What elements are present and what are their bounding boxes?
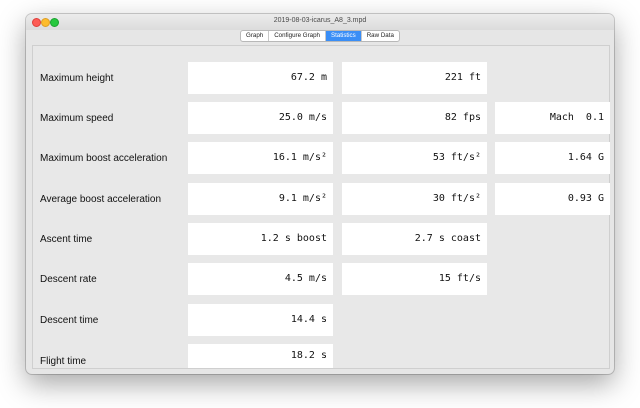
stat-value-average-boost-acceleration-metric: 9.1 m/s² — [188, 183, 333, 215]
stat-label-maximum-boost-acceleration: Maximum boost acceleration — [40, 153, 168, 164]
stat-value-maximum-speed-imperial: 82 fps — [342, 102, 487, 134]
stat-label-maximum-height: Maximum height — [40, 73, 114, 84]
stat-value-flight-time: 18.2 s — [188, 344, 333, 368]
tab-statistics[interactable]: Statistics — [325, 31, 362, 41]
stat-value-descent-rate-imperial: 15 ft/s — [342, 263, 487, 295]
stat-label-average-boost-acceleration: Average boost acceleration — [40, 194, 162, 205]
stat-label-flight-time: Flight time — [40, 356, 87, 367]
app-window: 2019-08-03-icarus_A8_3.mpd Graph Configu… — [26, 14, 614, 374]
window-title: 2019-08-03-icarus_A8_3.mpd — [273, 17, 367, 24]
statistics-panel: Maximum height 67.2 m 221 ft Maximum spe… — [32, 45, 610, 369]
stat-label-descent-rate: Descent rate — [40, 274, 97, 285]
stat-value-maximum-height-metric: 67.2 m — [188, 62, 333, 94]
stat-label-ascent-time: Ascent time — [40, 234, 93, 245]
stat-value-average-boost-acceleration-imperial: 30 ft/s² — [342, 183, 487, 215]
stat-value-ascent-time-coast: 2.7 s coast — [342, 223, 487, 255]
tab-graph[interactable]: Graph — [241, 31, 270, 41]
stat-value-maximum-boost-acceleration-metric: 16.1 m/s² — [188, 142, 333, 174]
stat-value-maximum-height-imperial: 221 ft — [342, 62, 487, 94]
title-bar: 2019-08-03-icarus_A8_3.mpd — [26, 14, 614, 30]
stat-value-average-boost-acceleration-g: 0.93 G — [495, 183, 610, 215]
view-tab-bar: Graph Configure Graph Statistics Raw Dat… — [240, 30, 400, 42]
stat-value-descent-rate-metric: 4.5 m/s — [188, 263, 333, 295]
stat-value-maximum-speed-metric: 25.0 m/s — [188, 102, 333, 134]
tab-raw-data[interactable]: Raw Data — [362, 31, 399, 41]
stat-value-maximum-boost-acceleration-imperial: 53 ft/s² — [342, 142, 487, 174]
tab-configure-graph[interactable]: Configure Graph — [269, 31, 326, 41]
stat-value-maximum-speed-mach: Mach 0.1 — [495, 102, 610, 134]
stat-value-maximum-boost-acceleration-g: 1.64 G — [495, 142, 610, 174]
stat-label-maximum-speed: Maximum speed — [40, 113, 114, 124]
stat-value-descent-time: 14.4 s — [188, 304, 333, 336]
stat-label-descent-time: Descent time — [40, 315, 99, 326]
stat-value-ascent-time-boost: 1.2 s boost — [188, 223, 333, 255]
